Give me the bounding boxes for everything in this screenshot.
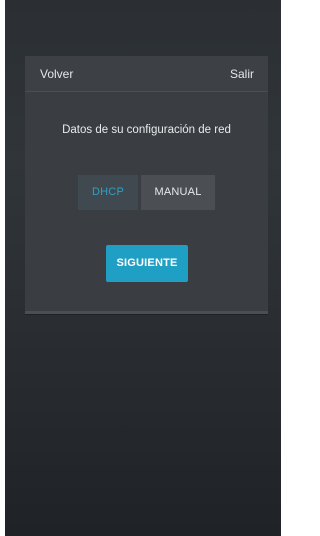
next-button[interactable]: SIGUIENTE [106,245,188,282]
dhcp-option-button[interactable]: DHCP [78,175,138,210]
panel-header: Volver Salir [25,56,268,92]
back-button[interactable]: Volver [40,67,73,81]
panel-divider [25,311,268,314]
network-config-subtitle: Datos de su configuración de red [62,124,231,136]
network-config-panel: Volver Salir Datos de su configuración d… [25,56,268,314]
exit-button[interactable]: Salir [230,67,254,81]
app-screen: Volver Salir Datos de su configuración d… [5,0,281,536]
manual-option-button[interactable]: MANUAL [141,175,215,210]
